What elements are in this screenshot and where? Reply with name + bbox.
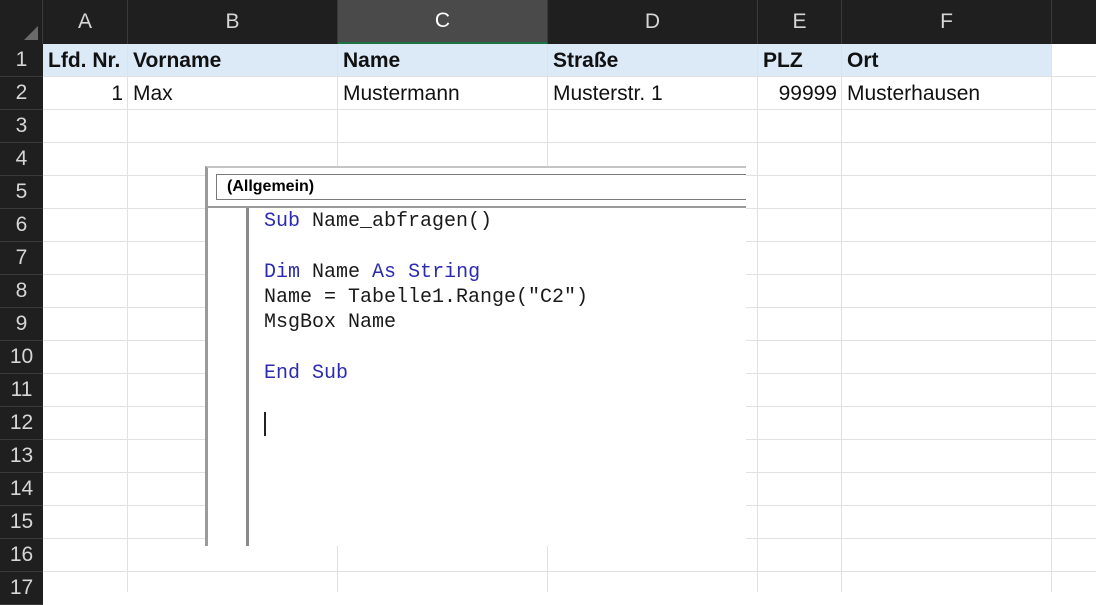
vba-code-window: (Allgemein) Sub Name_abfragen() Dim Name… [205,166,746,546]
cell-c2[interactable]: Mustermann [338,77,548,110]
text-cursor [264,412,266,436]
row-header-14[interactable]: 14 [0,473,43,506]
keyword: As [372,261,397,284]
row-header-6[interactable]: 6 [0,209,43,242]
code-text: Name_abfragen() [300,210,493,233]
row-header-9[interactable]: 9 [0,308,43,341]
code-line-4: MsgBox Name [264,311,397,334]
code-line-5: End Sub [264,362,349,385]
cell-b1[interactable]: Vorname [128,44,338,77]
cell-a1[interactable]: Lfd. Nr. [43,44,128,77]
row-header-1[interactable]: 1 [0,44,43,77]
column-header-e[interactable]: E [758,0,842,44]
row-header-8[interactable]: 8 [0,275,43,308]
row-header-13[interactable]: 13 [0,440,43,473]
code-margin[interactable] [210,208,249,546]
code-editor[interactable]: Sub Name_abfragen() Dim Name As String N… [264,210,746,546]
keyword: Dim [264,261,301,284]
spreadsheet: A B C D E F 1 2 3 4 5 6 7 8 9 10 11 12 1… [0,0,1096,605]
row-header-17[interactable]: 17 [0,572,43,605]
code-line-3: Name = Tabelle1.Range("C2") [264,286,589,309]
row-header-5[interactable]: 5 [0,176,43,209]
row-header-12[interactable]: 12 [0,407,43,440]
code-line-2: Dim Name As String [264,261,480,285]
cell-d1[interactable]: Straße [548,44,758,77]
row-header-3[interactable]: 3 [0,110,43,143]
keyword: Sub [264,210,301,233]
row-header-4[interactable]: 4 [0,143,43,176]
row-header-16[interactable]: 16 [0,539,43,572]
cell-a2[interactable]: 1 [43,77,128,110]
row-header-7[interactable]: 7 [0,242,43,275]
code-text: Name [300,261,373,284]
object-dropdown-value: (Allgemein) [227,178,315,195]
cell-f2[interactable]: Musterhausen [842,77,1052,110]
cell-b2[interactable]: Max [128,77,338,110]
column-header-c[interactable]: C [338,0,548,44]
row-header-2[interactable]: 2 [0,77,43,110]
keyword: String [408,261,481,284]
code-line-1: Sub Name_abfragen() [264,210,492,234]
row-header-11[interactable]: 11 [0,374,43,407]
editor-separator [208,206,746,208]
select-all-button[interactable] [0,0,43,44]
row-header-10[interactable]: 10 [0,341,43,374]
cell-c1[interactable]: Name [338,44,548,77]
select-all-icon [24,26,38,40]
cell-d2[interactable]: Musterstr. 1 [548,77,758,110]
row-header-15[interactable]: 15 [0,506,43,539]
column-header-a[interactable]: A [43,0,128,44]
column-header-d[interactable]: D [548,0,758,44]
column-header-f[interactable]: F [842,0,1052,44]
column-header-g-partial[interactable] [1052,0,1096,44]
cell-f1[interactable]: Ort [842,44,1052,77]
column-header-b[interactable]: B [128,0,338,44]
cell-e2[interactable]: 99999 [758,77,842,110]
object-dropdown[interactable]: (Allgemein) [216,174,746,200]
cell-e1[interactable]: PLZ [758,44,842,77]
